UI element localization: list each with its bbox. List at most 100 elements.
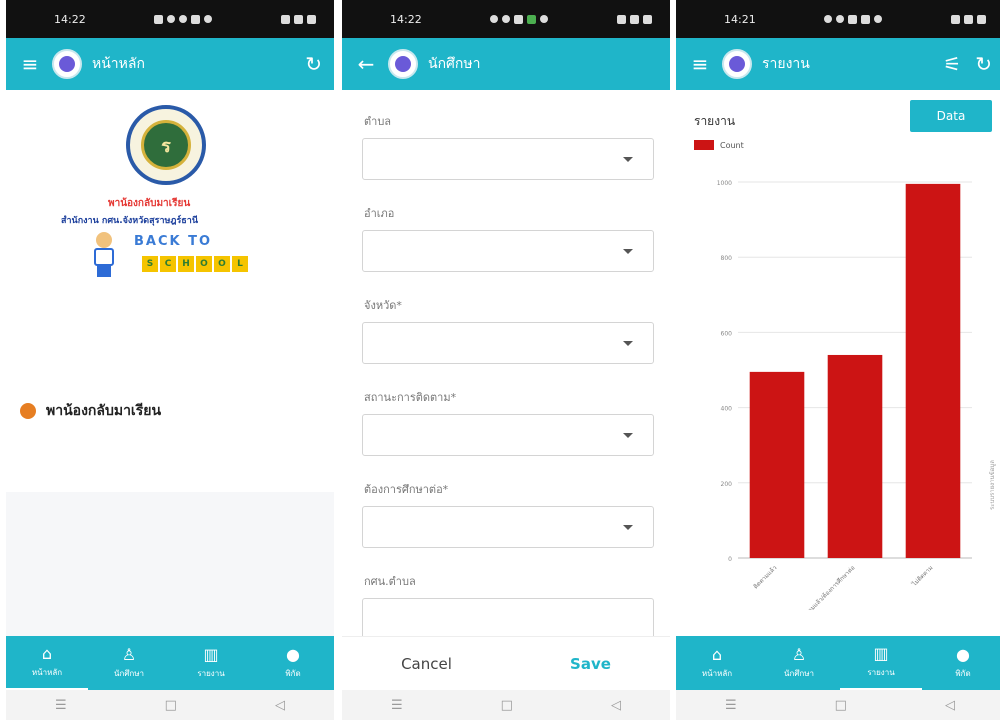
y-tick-label: 400 — [721, 406, 733, 413]
home-button-icon[interactable]: □ — [501, 698, 513, 713]
nav-label: นักศึกษา — [114, 668, 144, 678]
signal-icons — [616, 14, 652, 24]
student-icon: ♙ — [121, 644, 137, 664]
app-logo — [388, 49, 418, 79]
recent-apps-icon[interactable]: ☰ — [55, 698, 67, 713]
nav-item-report[interactable]: ▥ รายงาน — [170, 636, 252, 690]
bottom-nav: ⌂ หน้าหลัก ♙ นักศึกษา ▥ รายงาน ● พิกัด — [676, 636, 1000, 690]
legend-swatch — [694, 140, 714, 150]
signal-icons — [950, 14, 986, 24]
signal-icons — [280, 14, 316, 24]
bar — [905, 183, 961, 558]
app-bar: ← นักศึกษา — [342, 38, 670, 90]
menu-item-back-to-school[interactable]: พาน้องกลับมาเรียน — [20, 400, 161, 422]
system-nav-bar: ☰ □ ◁ — [676, 690, 1000, 720]
field-label-tracking-status: สถานะการติดตาม* — [364, 391, 457, 404]
field-label-center: กศน.ตำบล — [364, 575, 416, 588]
nav-label: รายงาน — [867, 667, 895, 677]
location-icon: ● — [956, 644, 970, 664]
home-button-icon[interactable]: □ — [835, 698, 847, 713]
school-tiles: S C H O O L — [142, 256, 248, 272]
menu-icon[interactable]: ≡ — [688, 52, 712, 76]
back-button-icon[interactable]: ◁ — [945, 698, 955, 713]
save-button[interactable]: Save — [570, 655, 611, 673]
appbar-title: รายงาน — [762, 56, 810, 72]
cancel-button[interactable]: Cancel — [401, 655, 452, 673]
bottom-nav: ⌂ หน้าหลัก ♙ นักศึกษา ▥ รายงาน ● พิกัด — [6, 636, 334, 690]
data-button[interactable]: Data — [910, 100, 992, 132]
field-label-subdistrict: ตำบล — [364, 115, 392, 128]
back-button-icon[interactable]: ◁ — [275, 698, 285, 713]
nav-item-home[interactable]: ⌂ หน้าหลัก — [6, 636, 88, 690]
school-letter: H — [178, 256, 194, 272]
location-icon: ● — [286, 644, 300, 664]
system-nav-bar: ☰ □ ◁ — [342, 690, 670, 720]
home-button-icon[interactable]: □ — [165, 698, 177, 713]
bar-chart: 0 200 400 600 800 1000 ติดตามแล้ว ติดตามแล้ว/ต้… — [717, 180, 972, 610]
nav-item-location[interactable]: ● พิกัด — [922, 636, 1000, 690]
status-icons — [824, 14, 883, 24]
chart-icon: ▥ — [203, 644, 219, 664]
app-bar: ≡ รายงาน ⚟ ↻ — [676, 38, 1000, 90]
back-arrow-icon[interactable]: ← — [354, 52, 378, 76]
y-tick-label: 600 — [721, 330, 733, 337]
nav-item-report[interactable]: ▥ รายงาน — [840, 636, 922, 690]
nav-label: พิกัด — [285, 668, 301, 678]
app-logo — [722, 49, 752, 79]
field-label-province: จังหวัด* — [364, 299, 402, 312]
screenshot-collage: 14:22 ≡ หน้าหลัก ↻ ร พาน้องกลับมาเรียน ส… — [0, 0, 1000, 720]
banner-subtitle: สำนักงาน กศน.จังหวัดสุราษฎร์ธานี — [61, 216, 199, 226]
status-icons — [490, 14, 549, 24]
nav-item-home[interactable]: ⌂ หน้าหลัก — [676, 636, 758, 690]
field-label-further-study: ต้องการศึกษาต่อ* — [364, 483, 449, 496]
report-panel: รายงาน Data Count 0 200 400 600 800 1000 ติดตา… — [676, 90, 1000, 636]
student-icon: ♙ — [791, 644, 807, 664]
tracking-status-select[interactable] — [362, 414, 654, 456]
further-study-select[interactable] — [362, 506, 654, 548]
nav-label: พิกัด — [955, 668, 971, 678]
back-to-school-art: BACK TO S C H O O L — [86, 232, 256, 277]
subdistrict-select[interactable] — [362, 138, 654, 180]
menu-icon[interactable]: ≡ — [18, 52, 42, 76]
refresh-icon[interactable]: ↻ — [305, 52, 322, 76]
school-letter: C — [160, 256, 176, 272]
x-tick-label: ติดตามแล้ว/ต้องการศึกษาต่อ — [798, 564, 856, 610]
school-letter: O — [196, 256, 212, 272]
district-select[interactable] — [362, 230, 654, 272]
nav-item-students[interactable]: ♙ นักศึกษา — [88, 636, 170, 690]
status-bar: 14:21 — [676, 0, 1000, 38]
system-nav-bar: ☰ □ ◁ — [6, 690, 334, 720]
y-tick-label: 0 — [728, 556, 732, 563]
back-to-text: BACK TO — [134, 234, 213, 249]
bar — [749, 371, 805, 558]
menu-item-label: พาน้องกลับมาเรียน — [46, 403, 162, 419]
recent-apps-icon[interactable]: ☰ — [391, 698, 403, 713]
x-tick-label: ติดตามแล้ว — [752, 564, 778, 590]
app-bar: ≡ หน้าหลัก ↻ — [6, 38, 334, 90]
filter-icon[interactable]: ⚟ — [943, 52, 961, 76]
province-select[interactable] — [362, 322, 654, 364]
school-letter: L — [232, 256, 248, 272]
back-button-icon[interactable]: ◁ — [611, 698, 621, 713]
y-tick-label: 1000 — [717, 180, 732, 187]
recent-apps-icon[interactable]: ☰ — [725, 698, 737, 713]
refresh-icon[interactable]: ↻ — [975, 52, 992, 76]
home-icon: ⌂ — [711, 644, 723, 664]
banner-title: พาน้องกลับมาเรียน — [108, 198, 191, 209]
dropdown-caret-icon — [623, 433, 633, 438]
status-time: 14:22 — [54, 12, 86, 26]
nav-item-students[interactable]: ♙ นักศึกษา — [758, 636, 840, 690]
form-actions: Cancel Save — [342, 636, 670, 690]
bullet-dot-icon — [20, 403, 36, 419]
field-label-district: อำเภอ — [364, 207, 395, 220]
chart-legend: Count — [694, 140, 744, 150]
kid-illustration — [86, 232, 122, 277]
student-form: ตำบล อำเภอ จังหวัด* สถานะการติดตาม* ต้อง… — [342, 90, 670, 640]
nav-label: หน้าหลัก — [701, 668, 733, 678]
nav-item-location[interactable]: ● พิกัด — [252, 636, 334, 690]
y-tick-label: 200 — [721, 481, 733, 488]
center-input[interactable] — [362, 598, 654, 640]
home-screen: 14:22 ≡ หน้าหลัก ↻ ร พาน้องกลับมาเรียน ส… — [6, 0, 334, 720]
appbar-title: หน้าหลัก — [92, 56, 145, 72]
bar — [827, 354, 883, 558]
